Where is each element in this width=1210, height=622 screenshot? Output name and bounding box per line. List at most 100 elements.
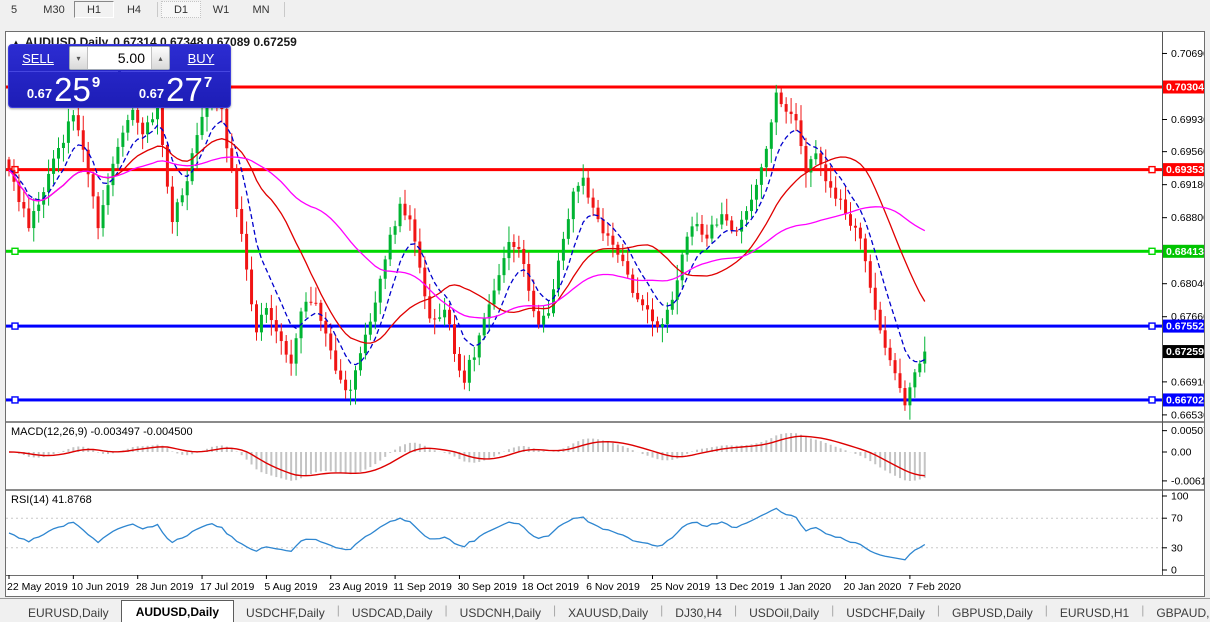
period-button-5[interactable]: 5 bbox=[0, 1, 34, 18]
candle-body bbox=[621, 254, 625, 262]
candle-body bbox=[596, 207, 600, 220]
chart-tab-usdchf-daily[interactable]: USDCHF,Daily bbox=[834, 602, 937, 622]
candle-body bbox=[655, 321, 659, 328]
candle-body bbox=[47, 173, 51, 193]
chart-tab-usdchf-daily[interactable]: USDCHF,Daily bbox=[234, 602, 337, 622]
candle-body bbox=[779, 92, 783, 105]
chart-tab-gbpusd-daily[interactable]: GBPUSD,Daily bbox=[940, 602, 1045, 622]
chart-tab-eurusd-h1[interactable]: EURUSD,H1 bbox=[1048, 602, 1141, 622]
period-button-w1[interactable]: W1 bbox=[201, 1, 241, 18]
candle-body bbox=[329, 333, 333, 351]
candle-body bbox=[61, 142, 65, 149]
horizontal-line-0.67552[interactable] bbox=[6, 324, 1162, 328]
chart-tab-dj30-h4[interactable]: DJ30,H4 bbox=[663, 602, 734, 622]
candle-body bbox=[111, 163, 115, 186]
macd-axis-label: -0.006148 bbox=[1171, 475, 1204, 487]
candle-body bbox=[344, 379, 348, 391]
trade-panel-prices: 0.67 25 9 0.67 27 7 bbox=[9, 71, 230, 107]
candle-body bbox=[705, 234, 709, 239]
period-button-d1[interactable]: D1 bbox=[161, 1, 201, 18]
chart-tab-usdcnh-daily[interactable]: USDCNH,Daily bbox=[448, 602, 553, 622]
pane-separator[interactable] bbox=[6, 421, 1204, 423]
candle-body bbox=[443, 309, 447, 318]
candle-body bbox=[453, 324, 456, 354]
period-button-h4[interactable]: H4 bbox=[114, 1, 154, 18]
candle-body bbox=[754, 184, 758, 200]
period-button-mn[interactable]: MN bbox=[241, 1, 281, 18]
line-marker[interactable] bbox=[1148, 322, 1156, 330]
candle-body bbox=[512, 241, 516, 247]
candle-body bbox=[279, 331, 283, 342]
line-marker[interactable] bbox=[1148, 247, 1156, 255]
candle-body bbox=[571, 191, 575, 220]
line-marker[interactable] bbox=[1148, 396, 1156, 404]
candle-body bbox=[86, 149, 90, 175]
buy-button[interactable]: BUY bbox=[172, 51, 230, 66]
price-axis-label: 0.70690 bbox=[1171, 48, 1204, 60]
sell-price-point: 9 bbox=[91, 74, 101, 91]
candle-body bbox=[354, 370, 357, 390]
candle-body bbox=[294, 338, 298, 364]
chart-tab-usdcad-daily[interactable]: USDCAD,Daily bbox=[340, 602, 445, 622]
period-button-h1[interactable]: H1 bbox=[74, 1, 114, 18]
candle-body bbox=[883, 330, 887, 348]
candle-body bbox=[151, 119, 155, 123]
horizontal-line-0.66702[interactable] bbox=[6, 398, 1162, 402]
candle-body bbox=[477, 335, 481, 358]
candle-body bbox=[393, 226, 397, 235]
period-button-m30[interactable]: M30 bbox=[34, 1, 74, 18]
chart-tab-audusd-daily[interactable]: AUDUSD,Daily bbox=[120, 600, 235, 622]
sell-button[interactable]: SELL bbox=[9, 51, 67, 66]
candle-body bbox=[665, 309, 669, 325]
candle-body bbox=[680, 254, 684, 281]
candle-body bbox=[324, 320, 328, 334]
buy-price-button[interactable]: 0.67 27 7 bbox=[121, 71, 230, 107]
sell-price-button[interactable]: 0.67 25 9 bbox=[9, 71, 118, 107]
candle-body bbox=[849, 214, 852, 226]
chevron-down-icon: ▾ bbox=[76, 53, 81, 63]
rsi-axis-label: 0 bbox=[1171, 565, 1177, 577]
candle-body bbox=[878, 309, 882, 331]
candle-body bbox=[457, 353, 461, 371]
line-marker[interactable] bbox=[11, 322, 19, 330]
candle-body bbox=[829, 181, 833, 188]
line-marker[interactable] bbox=[1148, 165, 1156, 174]
chart-tab-eurusd-daily[interactable]: EURUSD,Daily bbox=[16, 602, 121, 622]
horizontal-line-0.69353[interactable] bbox=[6, 168, 1162, 172]
candle-body bbox=[824, 164, 828, 182]
pane-separator[interactable] bbox=[6, 489, 1204, 491]
line-marker[interactable] bbox=[11, 396, 19, 404]
candle-body bbox=[893, 360, 897, 374]
price-chart-canvas[interactable]: MACD(12,26,9) -0.003497 -0.004500 RSI(14)… bbox=[6, 32, 1210, 596]
candle-body bbox=[339, 370, 343, 380]
candle-body bbox=[844, 199, 848, 215]
candle-body bbox=[537, 311, 541, 325]
candle-body bbox=[240, 208, 244, 234]
candle-body bbox=[863, 238, 867, 262]
time-axis-label: 30 Sep 2019 bbox=[457, 581, 517, 593]
price-tag-text: 0.68413 bbox=[1166, 246, 1204, 258]
volume-stepper: ▾ 5.00 ▴ bbox=[69, 46, 170, 70]
candle-body bbox=[304, 301, 308, 312]
candle-body bbox=[552, 289, 555, 314]
volume-decrease-button[interactable]: ▾ bbox=[70, 47, 88, 69]
time-axis-label: 7 Feb 2020 bbox=[908, 581, 961, 593]
chart-tab-usdoil-daily[interactable]: USDOil,Daily bbox=[737, 602, 831, 622]
volume-increase-button[interactable]: ▴ bbox=[151, 47, 169, 69]
price-axis-label: 0.66530 bbox=[1171, 409, 1204, 421]
candle-body bbox=[22, 202, 26, 209]
horizontal-line-0.68413[interactable] bbox=[6, 249, 1162, 253]
chart-tabs: EURUSD,Daily AUDUSD,Daily USDCHF,Daily | USD… bbox=[0, 599, 1210, 622]
line-marker[interactable] bbox=[11, 247, 19, 255]
volume-input[interactable]: 5.00 bbox=[88, 50, 151, 66]
candle-body bbox=[373, 302, 377, 322]
chart-tab-gbpaud-h1[interactable]: GBPAUD,H1 bbox=[1144, 602, 1210, 622]
candle-body bbox=[918, 363, 922, 373]
candle-body bbox=[547, 313, 551, 316]
chart-tab-xauusd-daily[interactable]: XAUUSD,Daily bbox=[556, 602, 660, 622]
candle-body bbox=[180, 195, 184, 203]
candle-body bbox=[146, 122, 150, 135]
candle-body bbox=[695, 223, 699, 227]
time-axis-label: 11 Sep 2019 bbox=[393, 581, 452, 593]
candle-body bbox=[923, 351, 927, 364]
